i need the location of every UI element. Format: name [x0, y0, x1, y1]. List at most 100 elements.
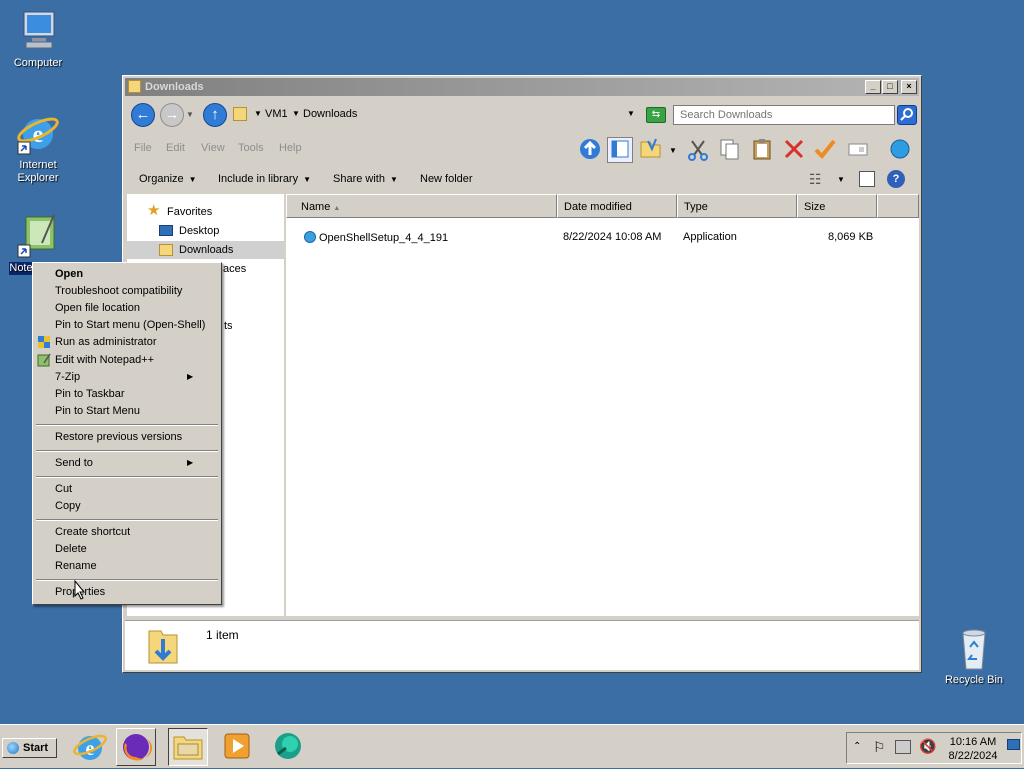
menu-item-copy[interactable]: Copy [55, 498, 81, 514]
address-separator-icon[interactable]: ▼ [254, 103, 262, 125]
column-size[interactable]: Size [797, 194, 877, 218]
menu-item-rename[interactable]: Rename [55, 558, 97, 574]
menu-item-label: 7-Zip [55, 371, 81, 383]
close-button[interactable]: × [901, 80, 917, 94]
menu-item-send-to[interactable]: Send to ▶ [55, 455, 193, 471]
organize-button[interactable]: Organize ▼ [139, 173, 197, 185]
paste-icon[interactable] [749, 137, 775, 163]
nav-label: Desktop [179, 225, 220, 237]
network-icon[interactable] [895, 740, 911, 754]
taskbar-internet-explorer[interactable]: e [70, 728, 110, 766]
show-desktop-icon[interactable] [1007, 739, 1020, 750]
search-input[interactable] [673, 105, 895, 125]
taskbar-firefox[interactable] [116, 728, 156, 766]
maximize-button[interactable]: □ [882, 80, 898, 94]
menu-view[interactable]: View [201, 142, 225, 154]
clock[interactable]: 10:16 AM 8/22/2024 [943, 735, 1003, 763]
show-hidden-icons-chevron-icon[interactable]: ⌃ [853, 741, 861, 752]
menu-item-pin-start-open-shell[interactable]: Pin to Start menu (Open-Shell) [55, 317, 205, 333]
change-view-icon[interactable]: ☷ [809, 171, 822, 188]
nav-desktop[interactable]: Desktop [159, 222, 219, 240]
title-bar[interactable]: Downloads _ □ × [125, 78, 919, 96]
clock-date: 8/22/2024 [948, 750, 998, 762]
file-date: 8/22/2024 10:08 AM [563, 231, 662, 243]
recent-pages-chevron-icon[interactable]: ▼ [186, 110, 194, 119]
delete-icon[interactable] [781, 137, 807, 163]
menu-item-pin-to-start-menu[interactable]: Pin to Start Menu [55, 403, 140, 419]
menu-item-open[interactable]: Open [55, 266, 83, 282]
menu-item-open-file-location[interactable]: Open file location [55, 300, 140, 316]
start-button[interactable]: Start [2, 738, 57, 758]
properties-check-icon[interactable] [812, 137, 838, 163]
menu-edit[interactable]: Edit [166, 142, 185, 154]
folders-pane-icon[interactable] [607, 137, 633, 163]
refresh-icon[interactable]: ⇆ [646, 107, 666, 123]
column-filler [877, 194, 919, 218]
file-size: 8,069 KB [828, 231, 874, 243]
explorer-window: Downloads _ □ × ← → ▼ ↑ ▼ VM1 ▼ Download… [122, 75, 922, 673]
action-center-flag-icon[interactable]: ⚐ [873, 739, 886, 756]
menu-separator [36, 579, 218, 581]
new-folder-button[interactable]: New folder [420, 173, 473, 185]
folder-icon [128, 80, 141, 93]
include-in-library-button[interactable]: Include in library ▼ [218, 173, 311, 185]
view-dropdown-icon[interactable]: ▼ [837, 175, 845, 184]
desktop-icon-computer[interactable]: Computer [0, 8, 76, 70]
preview-pane-icon[interactable] [859, 171, 875, 187]
details-pane: 1 item [125, 620, 919, 670]
view-options-icon[interactable] [638, 137, 664, 163]
column-date-modified[interactable]: Date modified [557, 194, 677, 218]
help-icon[interactable]: ? [887, 170, 905, 188]
address-bar[interactable]: ▼ VM1 ▼ Downloads ▼ [230, 103, 642, 125]
menu-item-delete[interactable]: Delete [55, 541, 87, 557]
up-button[interactable]: ↑ [203, 103, 227, 127]
menu-separator [36, 450, 218, 452]
menu-item-edit-with-notepadpp[interactable]: Edit with Notepad++ [55, 352, 154, 368]
menu-help[interactable]: Help [279, 142, 302, 154]
view-dropdown-icon[interactable]: ▼ [669, 146, 677, 155]
share-with-button[interactable]: Share with ▼ [333, 173, 398, 185]
column-type[interactable]: Type [677, 194, 797, 218]
submenu-arrow-icon: ▶ [187, 458, 194, 467]
menu-item-cut[interactable]: Cut [55, 481, 72, 497]
address-separator-icon[interactable]: ▼ [292, 103, 300, 125]
nav-recent-places[interactable]: aces [223, 260, 246, 278]
menu-item-pin-to-taskbar[interactable]: Pin to Taskbar [55, 386, 125, 402]
taskbar-media-player[interactable] [218, 728, 258, 766]
nav-item-partial[interactable]: ts [224, 317, 233, 335]
menu-file[interactable]: File [134, 142, 152, 154]
back-button[interactable]: ← [131, 103, 155, 127]
nav-downloads[interactable]: Downloads [159, 241, 233, 259]
search-icon[interactable] [897, 105, 917, 125]
desktop-icon-label: Note [9, 262, 33, 275]
menu-item-7zip[interactable]: 7-Zip ▶ [55, 369, 193, 385]
menu-tools[interactable]: Tools [238, 142, 264, 154]
open-shell-icon[interactable] [887, 137, 913, 163]
column-name[interactable]: Name ▲ [286, 194, 557, 218]
up-folder-icon[interactable] [577, 137, 603, 163]
chevron-down-icon: ▼ [303, 175, 312, 184]
taskbar-explorer[interactable] [168, 728, 208, 766]
desktop-icon-recycle-bin[interactable]: Recycle Bin [936, 625, 1012, 687]
address-segment-vm1[interactable]: VM1 [265, 103, 288, 125]
address-dropdown-icon[interactable]: ▼ [627, 103, 635, 125]
sort-icon: ▲ [333, 205, 341, 212]
organize-label: Organize [139, 173, 184, 185]
desktop-icon-internet-explorer[interactable]: e Internet Explorer [0, 110, 76, 185]
nav-favorites[interactable]: ★ Favorites [147, 202, 212, 221]
minimize-button[interactable]: _ [865, 80, 881, 94]
menu-item-troubleshoot-compatibility[interactable]: Troubleshoot compatibility [55, 283, 182, 299]
volume-muted-icon[interactable]: 🔇 [919, 738, 936, 755]
rename-icon[interactable] [845, 137, 871, 163]
forward-button[interactable]: → [160, 103, 184, 127]
cut-icon[interactable] [685, 137, 711, 163]
internet-explorer-icon: e [14, 110, 62, 156]
mouse-cursor-icon [74, 580, 86, 600]
taskbar-app-teal[interactable] [268, 728, 308, 766]
file-name[interactable]: OpenShellSetup_4_4_191 [304, 231, 448, 244]
menu-item-run-as-administrator[interactable]: Run as administrator [55, 334, 157, 350]
menu-item-create-shortcut[interactable]: Create shortcut [55, 524, 130, 540]
address-segment-downloads[interactable]: Downloads [303, 103, 357, 125]
menu-item-restore-previous-versions[interactable]: Restore previous versions [55, 429, 182, 445]
copy-icon[interactable] [716, 137, 742, 163]
